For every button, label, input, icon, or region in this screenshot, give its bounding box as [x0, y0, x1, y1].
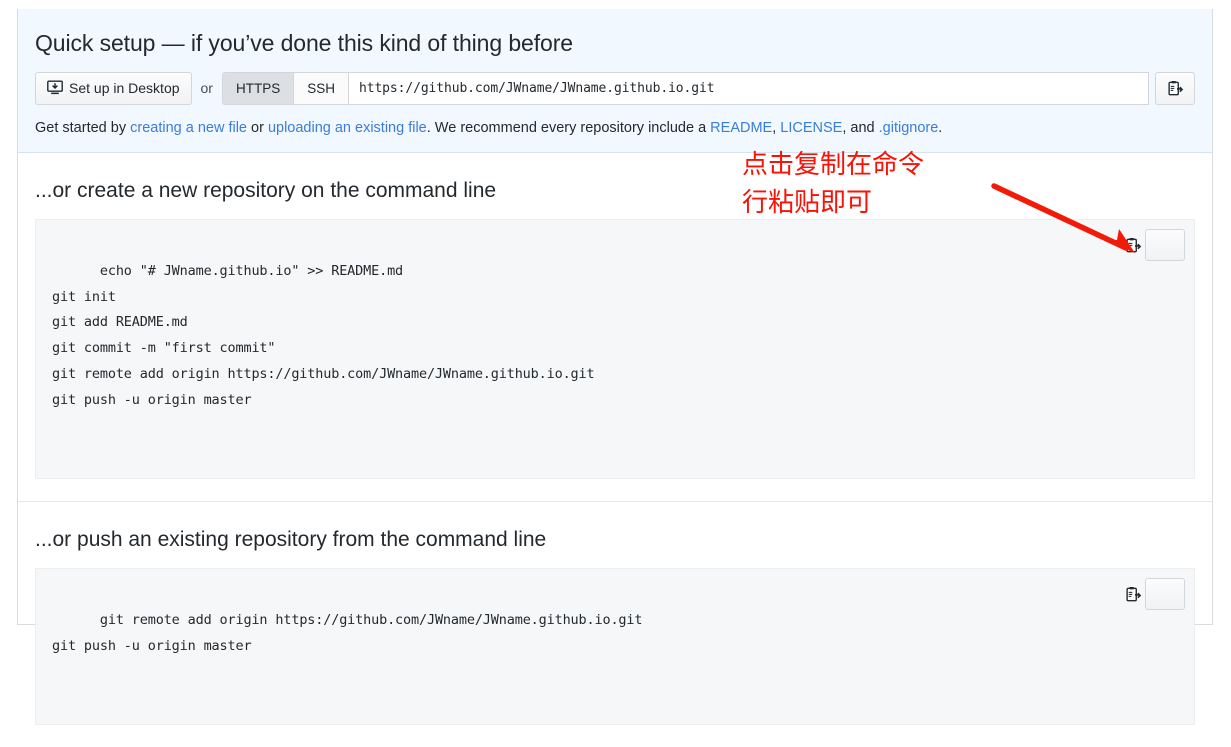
clone-bar: Set up in Desktop or HTTPS SSH https://g… [35, 71, 1195, 105]
readme-link[interactable]: README [710, 120, 772, 136]
desktop-download-icon [47, 80, 63, 96]
upload-existing-file-link[interactable]: uploading an existing file [268, 120, 427, 136]
push-repo-commands: git remote add origin https://github.com… [52, 612, 643, 655]
or-label: or [200, 80, 213, 97]
copy-push-commands-button[interactable] [1126, 578, 1185, 611]
get-started-sep2: , and [842, 119, 879, 136]
set-up-in-desktop-label: Set up in Desktop [69, 80, 180, 97]
push-repo-command-block: git remote add origin https://github.com… [35, 568, 1195, 726]
clone-url-input[interactable]: https://github.com/JWname/JWname.github.… [349, 71, 1149, 105]
protocol-ssh-button[interactable]: SSH [294, 72, 349, 104]
gitignore-link[interactable]: .gitignore [879, 120, 939, 136]
push-repo-section: ...or push an existing repository from t… [18, 502, 1212, 747]
license-link[interactable]: LICENSE [780, 120, 842, 136]
get-started-recommend: . We recommend every repository include … [426, 119, 711, 136]
page-title: Quick setup — if you’ve done this kind o… [35, 30, 573, 56]
clipboard-copy-icon [1125, 185, 1205, 305]
create-repo-section: ...or create a new repository on the com… [18, 153, 1212, 503]
get-started-text: Get started by creating a new file or up… [35, 118, 1195, 138]
clipboard-copy-icon [1125, 534, 1205, 654]
copy-clone-url-button[interactable] [1155, 71, 1195, 105]
get-started-prefix: Get started by [35, 119, 131, 136]
copy-create-commands-button[interactable] [1126, 229, 1185, 262]
create-repo-commands: echo "# JWname.github.io" >> README.md g… [52, 262, 595, 408]
protocol-toggle-group: HTTPS SSH [221, 71, 349, 105]
create-repo-command-block: echo "# JWname.github.io" >> README.md g… [35, 219, 1195, 480]
quick-setup-panel: Quick setup — if you’ve done this kind o… [18, 9, 1212, 153]
push-repo-heading: ...or push an existing repository from t… [35, 528, 547, 552]
create-repo-heading: ...or create a new repository on the com… [35, 178, 497, 202]
repo-setup-container: Quick setup — if you’ve done this kind o… [17, 9, 1213, 726]
create-new-file-link[interactable]: creating a new file [130, 120, 247, 136]
set-up-in-desktop-button[interactable]: Set up in Desktop [35, 71, 192, 105]
get-started-suffix: . [938, 119, 943, 136]
get-started-or: or [246, 119, 268, 136]
clipboard-copy-icon [1167, 80, 1184, 97]
protocol-https-button[interactable]: HTTPS [222, 72, 295, 104]
